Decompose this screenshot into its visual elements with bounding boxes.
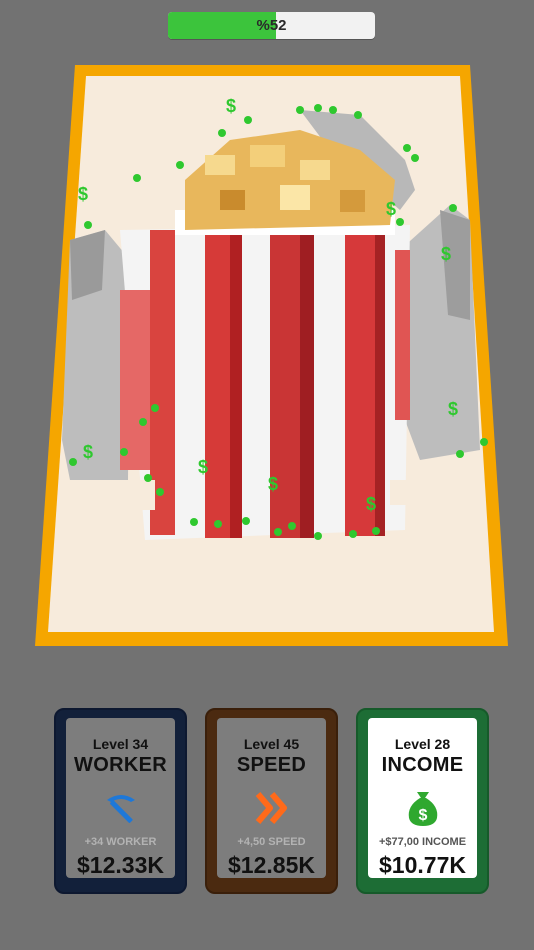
speed-level: Level 45 [243,736,300,752]
income-card-face: Level 28 INCOME $ +$77,00 INCOME $10.77K [368,718,477,878]
svg-text:$: $ [366,494,376,514]
income-title: INCOME [381,754,464,776]
board-svg: $ $ $ $ $ $ $ $ $ [35,65,508,646]
svg-text:$: $ [78,184,88,204]
speed-upgrade-card[interactable]: Level 45 SPEED +4,50 SPEED $12.85K [205,708,338,894]
speed-bonus: +4,50 SPEED [237,836,306,848]
income-upgrade-card[interactable]: Level 28 INCOME $ +$77,00 INCOME $10.77K [356,708,489,894]
fast-forward-icon [255,792,287,824]
svg-text:$: $ [198,457,208,477]
game-board[interactable]: $ $ $ $ $ $ $ $ $ [0,60,534,660]
worker-card-face: Level 34 WORKER +34 WORKER $12.33K [66,718,175,878]
level-progress-bar: %52 [168,12,375,39]
worker-title: WORKER [74,754,167,776]
money-bag-icon: $ [408,792,437,826]
worker-price: $12.33K [77,852,164,878]
grey-left-wall [62,230,130,480]
svg-text:$: $ [448,399,458,419]
income-bonus: +$77,00 INCOME [378,836,467,848]
svg-text:$: $ [386,199,396,219]
grey-right-wall [400,205,480,460]
speed-price: $12.85K [228,852,315,878]
worker-bonus: +34 WORKER [84,836,157,848]
svg-text:$: $ [441,244,451,264]
worker-upgrade-card[interactable]: Level 34 WORKER +34 WORKER $12.33K [54,708,187,894]
speed-title: SPEED [236,754,307,776]
speed-card-face: Level 45 SPEED +4,50 SPEED $12.85K [217,718,326,878]
svg-text:$: $ [418,807,427,824]
income-price: $10.77K [379,852,466,878]
worker-level: Level 34 [92,736,149,752]
progress-label: %52 [256,17,287,34]
svg-text:$: $ [226,96,236,116]
pickaxe-icon [106,795,135,823]
svg-text:$: $ [83,442,93,462]
income-level: Level 28 [394,736,451,752]
svg-text:$: $ [268,474,278,494]
